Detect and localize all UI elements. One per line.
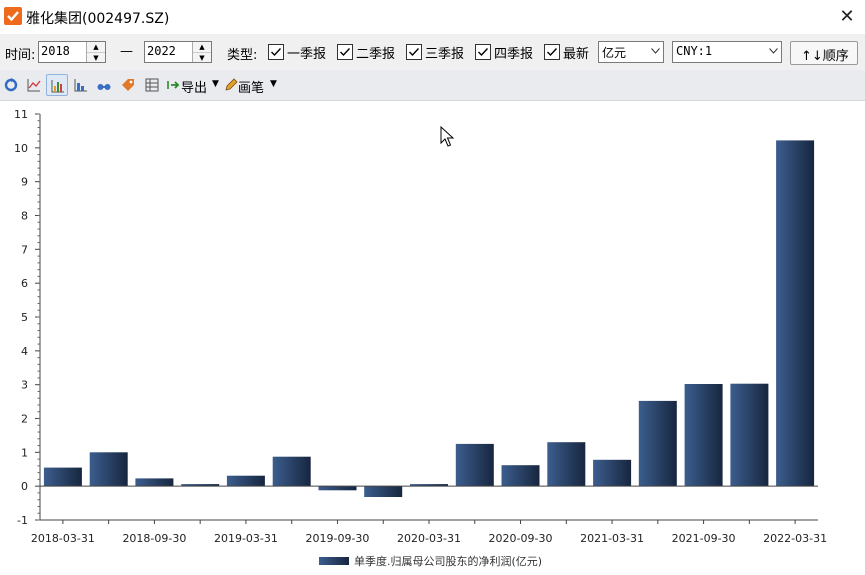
x-tick-label: 2021-03-31 — [580, 532, 644, 545]
bar-2020-12-31 — [547, 442, 586, 487]
pen-menu[interactable]: 画笔 — [238, 77, 264, 96]
start-year-input[interactable] — [41, 43, 85, 59]
y-tick-label: 2 — [21, 413, 28, 426]
export-menu[interactable]: 导出 — [181, 77, 207, 96]
y-tick-label: 10 — [14, 142, 28, 155]
bar-2021-12-31 — [730, 383, 769, 487]
chevron-down-icon — [651, 48, 660, 54]
table-icon[interactable] — [141, 74, 163, 96]
end-year-spinner[interactable]: ▲ ▼ — [144, 41, 212, 63]
title-bar: 雅化集团(002497.SZ) ✕ — [0, 0, 865, 34]
bar-2021-06-30 — [638, 400, 677, 487]
range-dash: — — [120, 44, 133, 59]
y-tick-label: 11 — [14, 108, 28, 121]
time-label: 时间: — [5, 48, 36, 63]
x-tick-label: 2019-09-30 — [306, 532, 370, 545]
x-tick-label: 2020-09-30 — [489, 532, 553, 545]
export-dropdown-icon[interactable]: ▼ — [212, 79, 219, 89]
bar-2020-06-30 — [455, 443, 494, 487]
checkmark-icon — [547, 48, 558, 57]
chart-toolbar: 导出 ▼ 画笔 ▼ — [0, 70, 865, 101]
bar-2020-09-30 — [501, 465, 540, 487]
checkmark-icon — [478, 48, 489, 57]
bar-2018-03-31 — [43, 467, 82, 487]
close-button[interactable]: ✕ — [836, 6, 858, 28]
y-tick-label: 4 — [21, 345, 28, 358]
chevron-down-icon — [769, 48, 778, 54]
bar-chart: -1 0 1 2 3 4 5 6 7 8 9 10 11 2018-03-31 2018-09-30 2019… — [14, 108, 827, 568]
type-label: 类型: — [227, 48, 258, 63]
x-tick-label: 2022-03-31 — [763, 532, 827, 545]
bar-2018-06-30 — [89, 452, 128, 487]
y-tick-label: 3 — [21, 379, 28, 392]
spin-down-icon[interactable]: ▼ — [87, 52, 105, 63]
y-tick-label: 7 — [21, 243, 28, 256]
legend-swatch — [319, 557, 349, 565]
tag-icon[interactable] — [117, 74, 139, 96]
spin-up-icon[interactable]: ▲ — [193, 42, 211, 52]
x-tick-label: 2019-03-31 — [214, 532, 278, 545]
x-tick-label: 2020-03-31 — [397, 532, 461, 545]
filter-bar: 时间: ▲ ▼ — ▲ ▼ 类型: 一季报 二季报 三季报 四季报 最新 亿元 — [0, 34, 865, 70]
bar-2019-03-31 — [226, 475, 265, 487]
unit-select[interactable]: 亿元 — [598, 41, 664, 63]
line-chart-icon[interactable] — [23, 74, 45, 96]
bar-2021-03-31 — [593, 459, 632, 487]
chart-legend: 单季度.归属母公司股东的净利润(亿元) — [319, 554, 542, 568]
x-tick-label: 2021-09-30 — [672, 532, 736, 545]
start-year-spinner[interactable]: ▲ ▼ — [38, 41, 106, 63]
x-tick-label: 2018-03-31 — [31, 532, 95, 545]
bar-2018-09-30 — [135, 478, 174, 487]
bar-2022-03-31 — [776, 140, 815, 487]
y-tick-label: 0 — [21, 480, 28, 493]
bar-2019-12-31 — [364, 486, 403, 497]
refresh-icon[interactable] — [0, 74, 22, 96]
y-tick-label: -1 — [17, 514, 28, 527]
x-tick-label: 2018-09-30 — [122, 532, 186, 545]
bar-2021-09-30 — [684, 384, 723, 487]
app-check-icon — [4, 7, 22, 25]
currency-select[interactable]: CNY:1 — [672, 41, 782, 63]
y-tick-label: 9 — [21, 176, 28, 189]
y-tick-label: 8 — [21, 210, 28, 223]
checkmark-icon — [271, 48, 282, 57]
bar-2019-09-30 — [318, 486, 357, 491]
y-tick-label: 6 — [21, 277, 28, 290]
spin-down-icon[interactable]: ▼ — [193, 52, 211, 63]
y-tick-label: 5 — [21, 311, 28, 324]
checkmark-icon — [340, 48, 351, 57]
bar-2019-06-30 — [272, 456, 311, 487]
checkmark-icon — [409, 48, 420, 57]
end-year-input[interactable] — [147, 43, 191, 59]
spin-up-icon[interactable]: ▲ — [87, 42, 105, 52]
mouse-cursor-icon — [440, 126, 455, 147]
stacked-bar-icon[interactable] — [70, 74, 92, 96]
compare-icon[interactable] — [93, 74, 115, 96]
bar-chart-icon[interactable] — [46, 74, 68, 96]
y-tick-label: 1 — [21, 446, 28, 459]
sort-order-button[interactable]: ↑↓顺序 — [790, 41, 858, 65]
pen-dropdown-icon[interactable]: ▼ — [270, 79, 277, 89]
legend-label: 单季度.归属母公司股东的净利润(亿元) — [354, 554, 542, 568]
window-title: 雅化集团(002497.SZ) — [26, 11, 170, 27]
